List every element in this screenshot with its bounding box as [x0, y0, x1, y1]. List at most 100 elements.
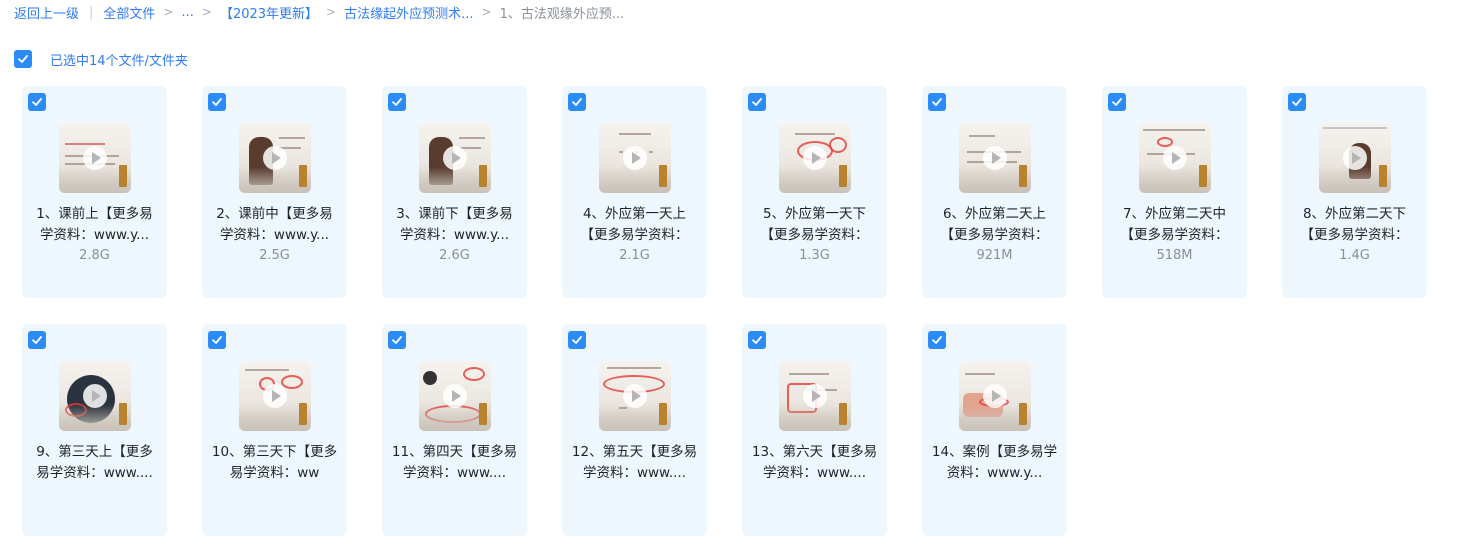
file-card[interactable]: 13、第六天【更多易学资料：www.... — [742, 324, 887, 536]
play-icon[interactable] — [983, 146, 1007, 170]
file-card[interactable]: 11、第四天【更多易学资料：www.... — [382, 324, 527, 536]
check-icon — [752, 98, 762, 106]
file-checkbox[interactable] — [1288, 93, 1306, 111]
check-icon — [18, 55, 28, 63]
breadcrumb-course-folder[interactable]: 古法缘起外应预测术... — [344, 3, 473, 22]
file-checkbox[interactable] — [208, 93, 226, 111]
video-thumbnail[interactable] — [599, 361, 671, 431]
seal-decoration — [1019, 165, 1027, 187]
check-icon — [1112, 98, 1122, 106]
video-thumbnail[interactable] — [1319, 123, 1391, 193]
play-icon[interactable] — [443, 146, 467, 170]
check-icon — [752, 336, 762, 344]
back-link[interactable]: 返回上一级 — [14, 3, 79, 22]
file-name[interactable]: 6、外应第二天上【更多易学资料： — [930, 204, 1059, 246]
file-checkbox[interactable] — [388, 331, 406, 349]
file-card[interactable]: 8、外应第二天下【更多易学资料： 1.4G — [1282, 86, 1427, 298]
file-name[interactable]: 13、第六天【更多易学资料：www.... — [750, 442, 879, 484]
check-icon — [572, 336, 582, 344]
play-icon[interactable] — [443, 384, 467, 408]
play-icon[interactable] — [803, 384, 827, 408]
file-size: 2.8G — [79, 248, 110, 263]
file-checkbox[interactable] — [1108, 93, 1126, 111]
chevron-right-icon: > — [201, 5, 212, 19]
video-thumbnail[interactable] — [959, 361, 1031, 431]
video-thumbnail[interactable] — [779, 361, 851, 431]
breadcrumb-2023-update[interactable]: 【2023年更新】 — [220, 3, 318, 22]
breadcrumb-all-files[interactable]: 全部文件 — [103, 3, 155, 22]
select-all-checkbox[interactable] — [14, 50, 32, 68]
file-card[interactable]: 4、外应第一天上【更多易学资料： 2.1G — [562, 86, 707, 298]
file-checkbox[interactable] — [388, 93, 406, 111]
play-icon[interactable] — [623, 384, 647, 408]
file-checkbox[interactable] — [568, 331, 586, 349]
file-name[interactable]: 10、第三天下【更多易学资料：ww — [210, 442, 339, 484]
file-card[interactable]: 2、课前中【更多易学资料：www.y... 2.5G — [202, 86, 347, 298]
file-name[interactable]: 12、第五天【更多易学资料：www.... — [570, 442, 699, 484]
video-thumbnail[interactable] — [419, 361, 491, 431]
file-card[interactable]: 3、课前下【更多易学资料：www.y... 2.6G — [382, 86, 527, 298]
video-thumbnail[interactable] — [59, 361, 131, 431]
breadcrumb: 返回上一级 | 全部文件 > ... > 【2023年更新】 > 古法缘起外应预… — [14, 2, 624, 22]
file-card[interactable]: 7、外应第二天中【更多易学资料： 518M — [1102, 86, 1247, 298]
file-checkbox[interactable] — [928, 93, 946, 111]
video-thumbnail[interactable] — [959, 123, 1031, 193]
file-checkbox[interactable] — [28, 93, 46, 111]
play-icon[interactable] — [1343, 146, 1367, 170]
play-icon[interactable] — [263, 384, 287, 408]
file-name[interactable]: 14、案例【更多易学资料：www.y... — [930, 442, 1059, 484]
file-name[interactable]: 4、外应第一天上【更多易学资料： — [570, 204, 699, 246]
seal-decoration — [479, 403, 487, 425]
video-thumbnail[interactable] — [419, 123, 491, 193]
seal-decoration — [119, 403, 127, 425]
file-checkbox[interactable] — [28, 331, 46, 349]
check-icon — [212, 98, 222, 106]
chevron-right-icon: > — [481, 5, 492, 19]
file-checkbox[interactable] — [208, 331, 226, 349]
video-thumbnail[interactable] — [239, 123, 311, 193]
file-checkbox[interactable] — [748, 93, 766, 111]
file-checkbox[interactable] — [748, 331, 766, 349]
seal-decoration — [839, 403, 847, 425]
file-card[interactable]: 1、课前上【更多易学资料：www.y... 2.8G — [22, 86, 167, 298]
file-card[interactable]: 9、第三天上【更多易学资料：www.... — [22, 324, 167, 536]
video-thumbnail[interactable] — [239, 361, 311, 431]
video-thumbnail[interactable] — [1139, 123, 1211, 193]
file-checkbox[interactable] — [568, 93, 586, 111]
seal-decoration — [479, 165, 487, 187]
play-icon[interactable] — [263, 146, 287, 170]
play-icon[interactable] — [623, 146, 647, 170]
file-size: 1.4G — [1339, 248, 1370, 263]
file-card[interactable]: 5、外应第一天下【更多易学资料： 1.3G — [742, 86, 887, 298]
file-size: 2.5G — [259, 248, 290, 263]
breadcrumb-current: 1、古法观缘外应预... — [499, 6, 625, 22]
play-icon[interactable] — [1163, 146, 1187, 170]
check-icon — [212, 336, 222, 344]
seal-decoration — [299, 403, 307, 425]
file-card[interactable]: 10、第三天下【更多易学资料：ww — [202, 324, 347, 536]
video-thumbnail[interactable] — [779, 123, 851, 193]
file-name[interactable]: 9、第三天上【更多易学资料：www.... — [30, 442, 159, 484]
file-card[interactable]: 14、案例【更多易学资料：www.y... — [922, 324, 1067, 536]
play-icon[interactable] — [803, 146, 827, 170]
file-name[interactable]: 1、课前上【更多易学资料：www.y... — [30, 204, 159, 246]
file-name[interactable]: 5、外应第一天下【更多易学资料： — [750, 204, 879, 246]
file-name[interactable]: 2、课前中【更多易学资料：www.y... — [210, 204, 339, 246]
play-icon[interactable] — [83, 146, 107, 170]
chevron-right-icon: > — [163, 5, 174, 19]
play-icon[interactable] — [83, 384, 107, 408]
file-checkbox[interactable] — [928, 331, 946, 349]
play-icon[interactable] — [983, 384, 1007, 408]
file-card[interactable]: 12、第五天【更多易学资料：www.... — [562, 324, 707, 536]
breadcrumb-ellipsis[interactable]: ... — [181, 5, 193, 20]
check-icon — [932, 98, 942, 106]
file-name[interactable]: 7、外应第二天中【更多易学资料： — [1110, 204, 1239, 246]
selection-count: 已选中14个文件/文件夹 — [50, 53, 188, 69]
file-name[interactable]: 8、外应第二天下【更多易学资料： — [1290, 204, 1419, 246]
file-name[interactable]: 11、第四天【更多易学资料：www.... — [390, 442, 519, 484]
video-thumbnail[interactable] — [59, 123, 131, 193]
file-size: 2.1G — [619, 248, 650, 263]
video-thumbnail[interactable] — [599, 123, 671, 193]
file-card[interactable]: 6、外应第二天上【更多易学资料： 921M — [922, 86, 1067, 298]
file-name[interactable]: 3、课前下【更多易学资料：www.y... — [390, 204, 519, 246]
